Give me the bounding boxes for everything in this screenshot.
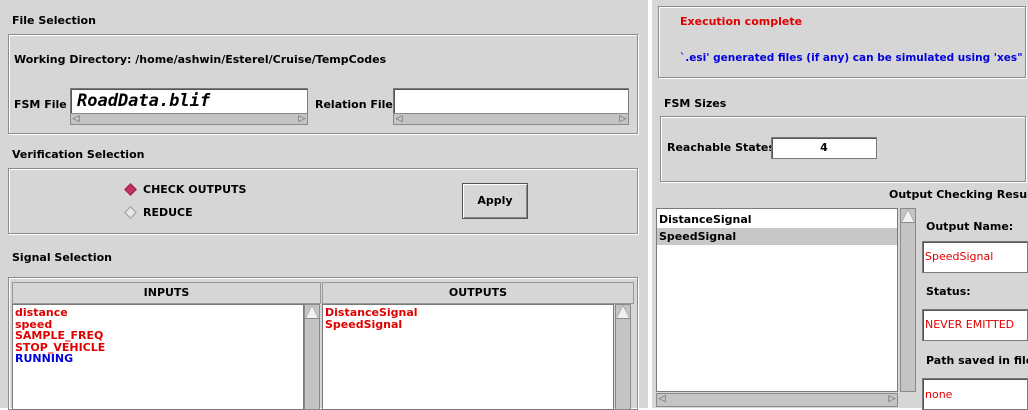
- signal-item[interactable]: DistanceSignal: [657, 211, 897, 228]
- apply-button[interactable]: Apply: [462, 183, 528, 219]
- scroll-right-icon[interactable]: ▷: [618, 114, 628, 124]
- inputs-list[interactable]: distance speed SAMPLE_FREQ STOP_VEHICLE RUNN…: [12, 304, 304, 410]
- signal-item[interactable]: DistanceSignal: [325, 307, 418, 319]
- execution-message: `.esi' generated files (if any) can be s…: [680, 52, 1023, 64]
- signal-selection-title: Signal Selection: [12, 251, 112, 264]
- verification-frame: [8, 168, 638, 234]
- outputs-scrollbar[interactable]: [615, 304, 631, 410]
- fsm-file-scrollbar[interactable]: ◁ ▷: [70, 113, 308, 125]
- working-directory-label: Working Directory: /home/ashwin/Esterel/…: [14, 53, 387, 66]
- fsm-sizes-title: FSM Sizes: [664, 97, 727, 110]
- output-signal-hscrollbar[interactable]: ◁ ▷: [656, 393, 898, 407]
- output-name-value: SpeedSignal: [925, 250, 994, 263]
- reachable-states-label: Reachable States: [667, 141, 775, 154]
- output-checking-title: Output Checking Results: [889, 188, 1028, 201]
- reachable-states-value: 4: [820, 141, 828, 154]
- inputs-header-label: INPUTS: [143, 286, 190, 299]
- signal-item[interactable]: RUNNING: [15, 353, 105, 365]
- signal-item[interactable]: distance: [15, 307, 105, 319]
- verification-selection-title: Verification Selection: [12, 148, 145, 161]
- fsm-file-value: RoadData.blif: [77, 91, 211, 111]
- status-value: NEVER EMITTED: [925, 318, 1015, 331]
- relation-file-input[interactable]: [393, 88, 629, 114]
- left-panel: File Selection Working Directory: /home/…: [0, 0, 648, 410]
- scroll-left-icon[interactable]: ◁: [71, 114, 81, 124]
- scroll-left-icon[interactable]: ◁: [394, 114, 404, 124]
- inputs-scrollbar[interactable]: [304, 304, 320, 410]
- outputs-header-label: OUTPUTS: [448, 286, 508, 299]
- fsm-file-label: FSM File: [14, 98, 67, 111]
- check-outputs-label: CHECK OUTPUTS: [143, 183, 247, 196]
- status-label: Status:: [926, 285, 971, 298]
- path-saved-label: Path saved in file:: [926, 354, 1028, 367]
- inputs-header: INPUTS: [12, 282, 321, 304]
- status-field: NEVER EMITTED: [922, 309, 1028, 341]
- scroll-right-icon[interactable]: ▷: [887, 394, 897, 404]
- selected-signal-item[interactable]: SpeedSignal: [657, 228, 897, 245]
- fsm-file-input[interactable]: RoadData.blif: [70, 88, 308, 114]
- relation-file-scrollbar[interactable]: ◁ ▷: [393, 113, 629, 125]
- output-signal-scrollbar[interactable]: [900, 208, 916, 392]
- scroll-right-icon[interactable]: ▷: [297, 114, 307, 124]
- output-signal-list[interactable]: DistanceSignal SpeedSignal: [656, 208, 898, 392]
- file-selection-title: File Selection: [12, 14, 96, 27]
- relation-file-label: Relation File: [315, 98, 393, 111]
- path-saved-value: none: [925, 388, 953, 401]
- reachable-states-field: 4: [771, 137, 877, 159]
- path-saved-field: none: [922, 378, 1028, 410]
- right-panel: Execution complete `.esi' generated file…: [652, 0, 1028, 410]
- scroll-left-icon[interactable]: ◁: [657, 394, 667, 404]
- signal-item[interactable]: SAMPLE_FREQ: [15, 330, 105, 342]
- output-name-field: SpeedSignal: [922, 241, 1028, 273]
- output-name-label: Output Name:: [926, 220, 1014, 233]
- outputs-header: OUTPUTS: [322, 282, 634, 304]
- outputs-list[interactable]: DistanceSignal SpeedSignal: [322, 304, 614, 410]
- signal-item[interactable]: SpeedSignal: [325, 318, 418, 331]
- reduce-label: REDUCE: [143, 206, 193, 219]
- execution-status: Execution complete: [680, 15, 803, 28]
